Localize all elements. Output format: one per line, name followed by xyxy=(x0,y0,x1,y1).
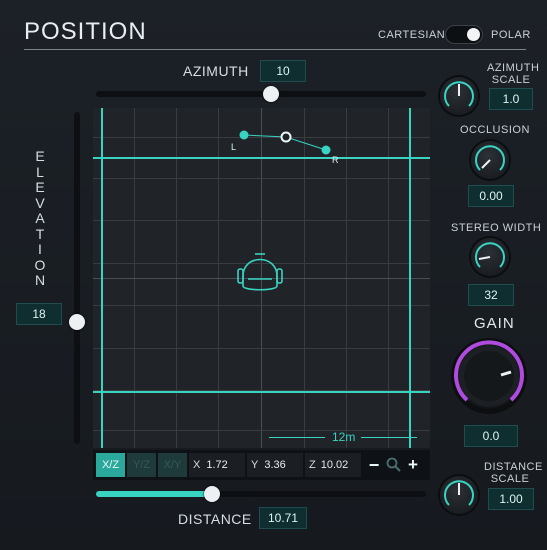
pad-toolbar: X/Z Y/Z X/Y X 1.72 Y 3.36 Z 10.02 − + xyxy=(93,450,430,480)
distance-slider-fill xyxy=(96,491,212,497)
cartesian-polar-toggle[interactable] xyxy=(445,25,483,44)
distance-slider-thumb[interactable] xyxy=(203,486,220,502)
source-markers[interactable] xyxy=(93,108,430,448)
left-source-label: L xyxy=(231,142,237,152)
elevation-letter: V xyxy=(35,194,45,211)
elevation-letter: T xyxy=(35,225,45,242)
position-pad[interactable]: L R 12m xyxy=(93,108,430,448)
elevation-letter: L xyxy=(36,163,44,180)
center-source-point xyxy=(280,131,292,143)
stereo-width-knob[interactable] xyxy=(471,238,509,276)
listener-head-icon xyxy=(237,253,283,291)
scale-bar-right xyxy=(361,437,417,438)
elevation-letter: N xyxy=(34,272,46,288)
polar-label: POLAR xyxy=(491,29,531,41)
gain-value[interactable]: 0.0 xyxy=(464,425,518,447)
azimuth-label: AZIMUTH xyxy=(183,63,249,79)
gain-label: GAIN xyxy=(474,315,515,332)
azimuth-scale-label: AZIMUTH SCALE xyxy=(487,62,540,86)
occlusion-value[interactable]: 0.00 xyxy=(468,185,514,207)
elevation-letter: O xyxy=(34,256,46,273)
distance-scale-label: DISTANCE SCALE xyxy=(484,461,543,485)
z-coordinate[interactable]: Z 10.02 xyxy=(305,453,361,477)
x-coordinate[interactable]: X 1.72 xyxy=(189,453,245,477)
elevation-value[interactable]: 18 xyxy=(16,303,62,325)
right-source-point xyxy=(321,145,331,155)
distance-scale-knob[interactable] xyxy=(440,476,478,514)
distance-value[interactable]: 10.71 xyxy=(259,507,307,529)
view-xz-button[interactable]: X/Z xyxy=(96,453,125,477)
azimuth-scale-knob[interactable] xyxy=(440,77,478,115)
azimuth-slider-thumb[interactable] xyxy=(262,86,279,102)
y-coordinate[interactable]: Y 3.36 xyxy=(247,453,303,477)
elevation-letter: E xyxy=(35,148,45,164)
toggle-knob xyxy=(467,28,480,41)
cartesian-label: CARTESIAN xyxy=(378,29,446,41)
scale-label: 12m xyxy=(332,430,356,444)
elevation-slider-thumb[interactable] xyxy=(69,313,85,330)
scale-bar-left xyxy=(269,437,325,438)
page-title: POSITION xyxy=(24,18,147,45)
stereo-width-value[interactable]: 32 xyxy=(468,284,514,306)
occlusion-label: OCCLUSION xyxy=(460,124,530,136)
title-divider xyxy=(24,49,526,50)
view-yz-button[interactable]: Y/Z xyxy=(127,453,156,477)
distance-label: DISTANCE xyxy=(178,511,252,527)
elevation-letter: E xyxy=(35,179,45,195)
elevation-slider[interactable] xyxy=(74,112,80,444)
zoom-in-button[interactable]: + xyxy=(403,453,423,477)
azimuth-value[interactable]: 10 xyxy=(260,60,306,82)
azimuth-slider[interactable] xyxy=(96,91,426,97)
azimuth-scale-value[interactable]: 1.0 xyxy=(489,88,533,110)
zoom-icon xyxy=(386,457,401,472)
right-source-label: R xyxy=(332,155,339,165)
zoom-out-button[interactable]: − xyxy=(364,453,384,477)
stereo-width-label: STEREO WIDTH xyxy=(451,222,542,234)
view-xy-button[interactable]: X/Y xyxy=(158,453,187,477)
position-panel: POSITION CARTESIAN POLAR AZIMUTH 10 ELEV… xyxy=(0,0,547,550)
occlusion-knob[interactable] xyxy=(471,141,509,179)
elevation-letter: I xyxy=(38,241,42,257)
distance-scale-value[interactable]: 1.00 xyxy=(488,488,534,510)
left-source-point xyxy=(239,130,249,140)
gain-knob[interactable] xyxy=(451,338,527,414)
elevation-letter: A xyxy=(35,210,45,226)
